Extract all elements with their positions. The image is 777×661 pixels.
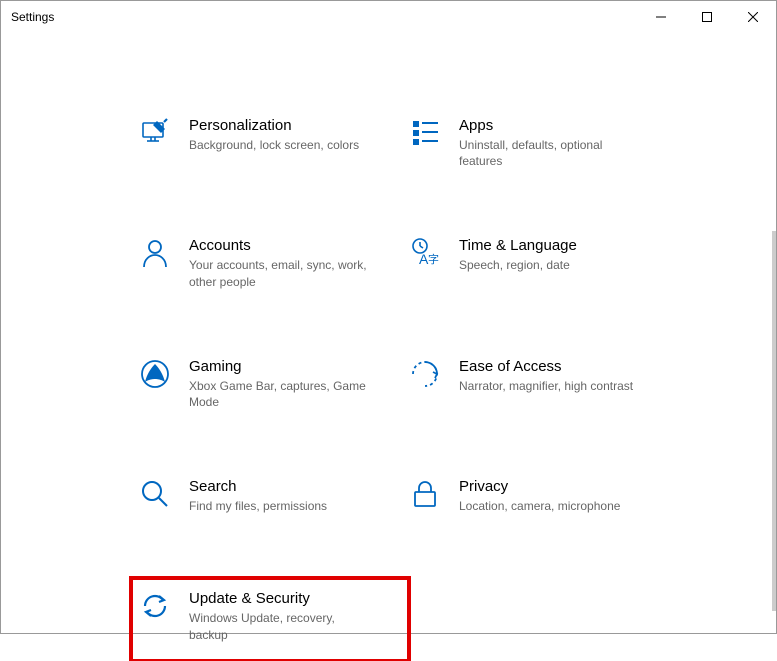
search-icon xyxy=(139,478,171,510)
update-security-icon xyxy=(139,590,171,622)
tile-ease-of-access[interactable]: Ease of Access Narrator, magnifier, high… xyxy=(409,354,679,414)
tile-time-language[interactable]: A 字 Time & Language Speech, region, date xyxy=(409,233,679,293)
minimize-button[interactable] xyxy=(638,1,684,33)
window-title: Settings xyxy=(11,10,54,24)
tile-desc: Find my files, permissions xyxy=(189,498,369,514)
tile-title: Gaming xyxy=(189,358,401,375)
tile-title: Accounts xyxy=(189,237,401,254)
apps-icon xyxy=(409,117,441,149)
scrollbar[interactable] xyxy=(772,231,776,611)
svg-text:字: 字 xyxy=(428,252,439,266)
tile-title: Apps xyxy=(459,117,671,134)
tile-desc: Uninstall, defaults, optional features xyxy=(459,137,639,169)
tile-title: Search xyxy=(189,478,401,495)
tile-desc: Windows Update, recovery, backup xyxy=(189,610,369,642)
tile-privacy[interactable]: Privacy Location, camera, microphone xyxy=(409,474,679,518)
window-controls xyxy=(638,1,776,33)
tile-apps[interactable]: Apps Uninstall, defaults, optional featu… xyxy=(409,113,679,173)
titlebar: Settings xyxy=(1,1,776,33)
tile-desc: Your accounts, email, sync, work, other … xyxy=(189,257,369,289)
settings-grid: Personalization Background, lock screen,… xyxy=(139,113,776,661)
tile-personalization[interactable]: Personalization Background, lock screen,… xyxy=(139,113,409,173)
tile-desc: Location, camera, microphone xyxy=(459,498,639,514)
close-button[interactable] xyxy=(730,1,776,33)
accounts-icon xyxy=(139,237,171,269)
privacy-icon xyxy=(409,478,441,510)
tile-gaming[interactable]: Gaming Xbox Game Bar, captures, Game Mod… xyxy=(139,354,409,414)
tile-search[interactable]: Search Find my files, permissions xyxy=(139,474,409,518)
ease-of-access-icon xyxy=(409,358,441,390)
tile-desc: Xbox Game Bar, captures, Game Mode xyxy=(189,378,369,410)
tile-desc: Speech, region, date xyxy=(459,257,639,273)
tile-title: Ease of Access xyxy=(459,358,671,375)
gaming-icon xyxy=(139,358,171,390)
tile-desc: Background, lock screen, colors xyxy=(189,137,369,153)
maximize-button[interactable] xyxy=(684,1,730,33)
tile-accounts[interactable]: Accounts Your accounts, email, sync, wor… xyxy=(139,233,409,293)
tile-title: Update & Security xyxy=(189,590,401,607)
settings-content: Personalization Background, lock screen,… xyxy=(1,33,776,661)
tile-title: Privacy xyxy=(459,478,671,495)
time-language-icon: A 字 xyxy=(409,237,441,269)
tile-desc: Narrator, magnifier, high contrast xyxy=(459,378,639,394)
tile-title: Time & Language xyxy=(459,237,671,254)
tile-update-security[interactable]: Update & Security Windows Update, recove… xyxy=(131,578,409,660)
tile-title: Personalization xyxy=(189,117,401,134)
personalization-icon xyxy=(139,117,171,149)
